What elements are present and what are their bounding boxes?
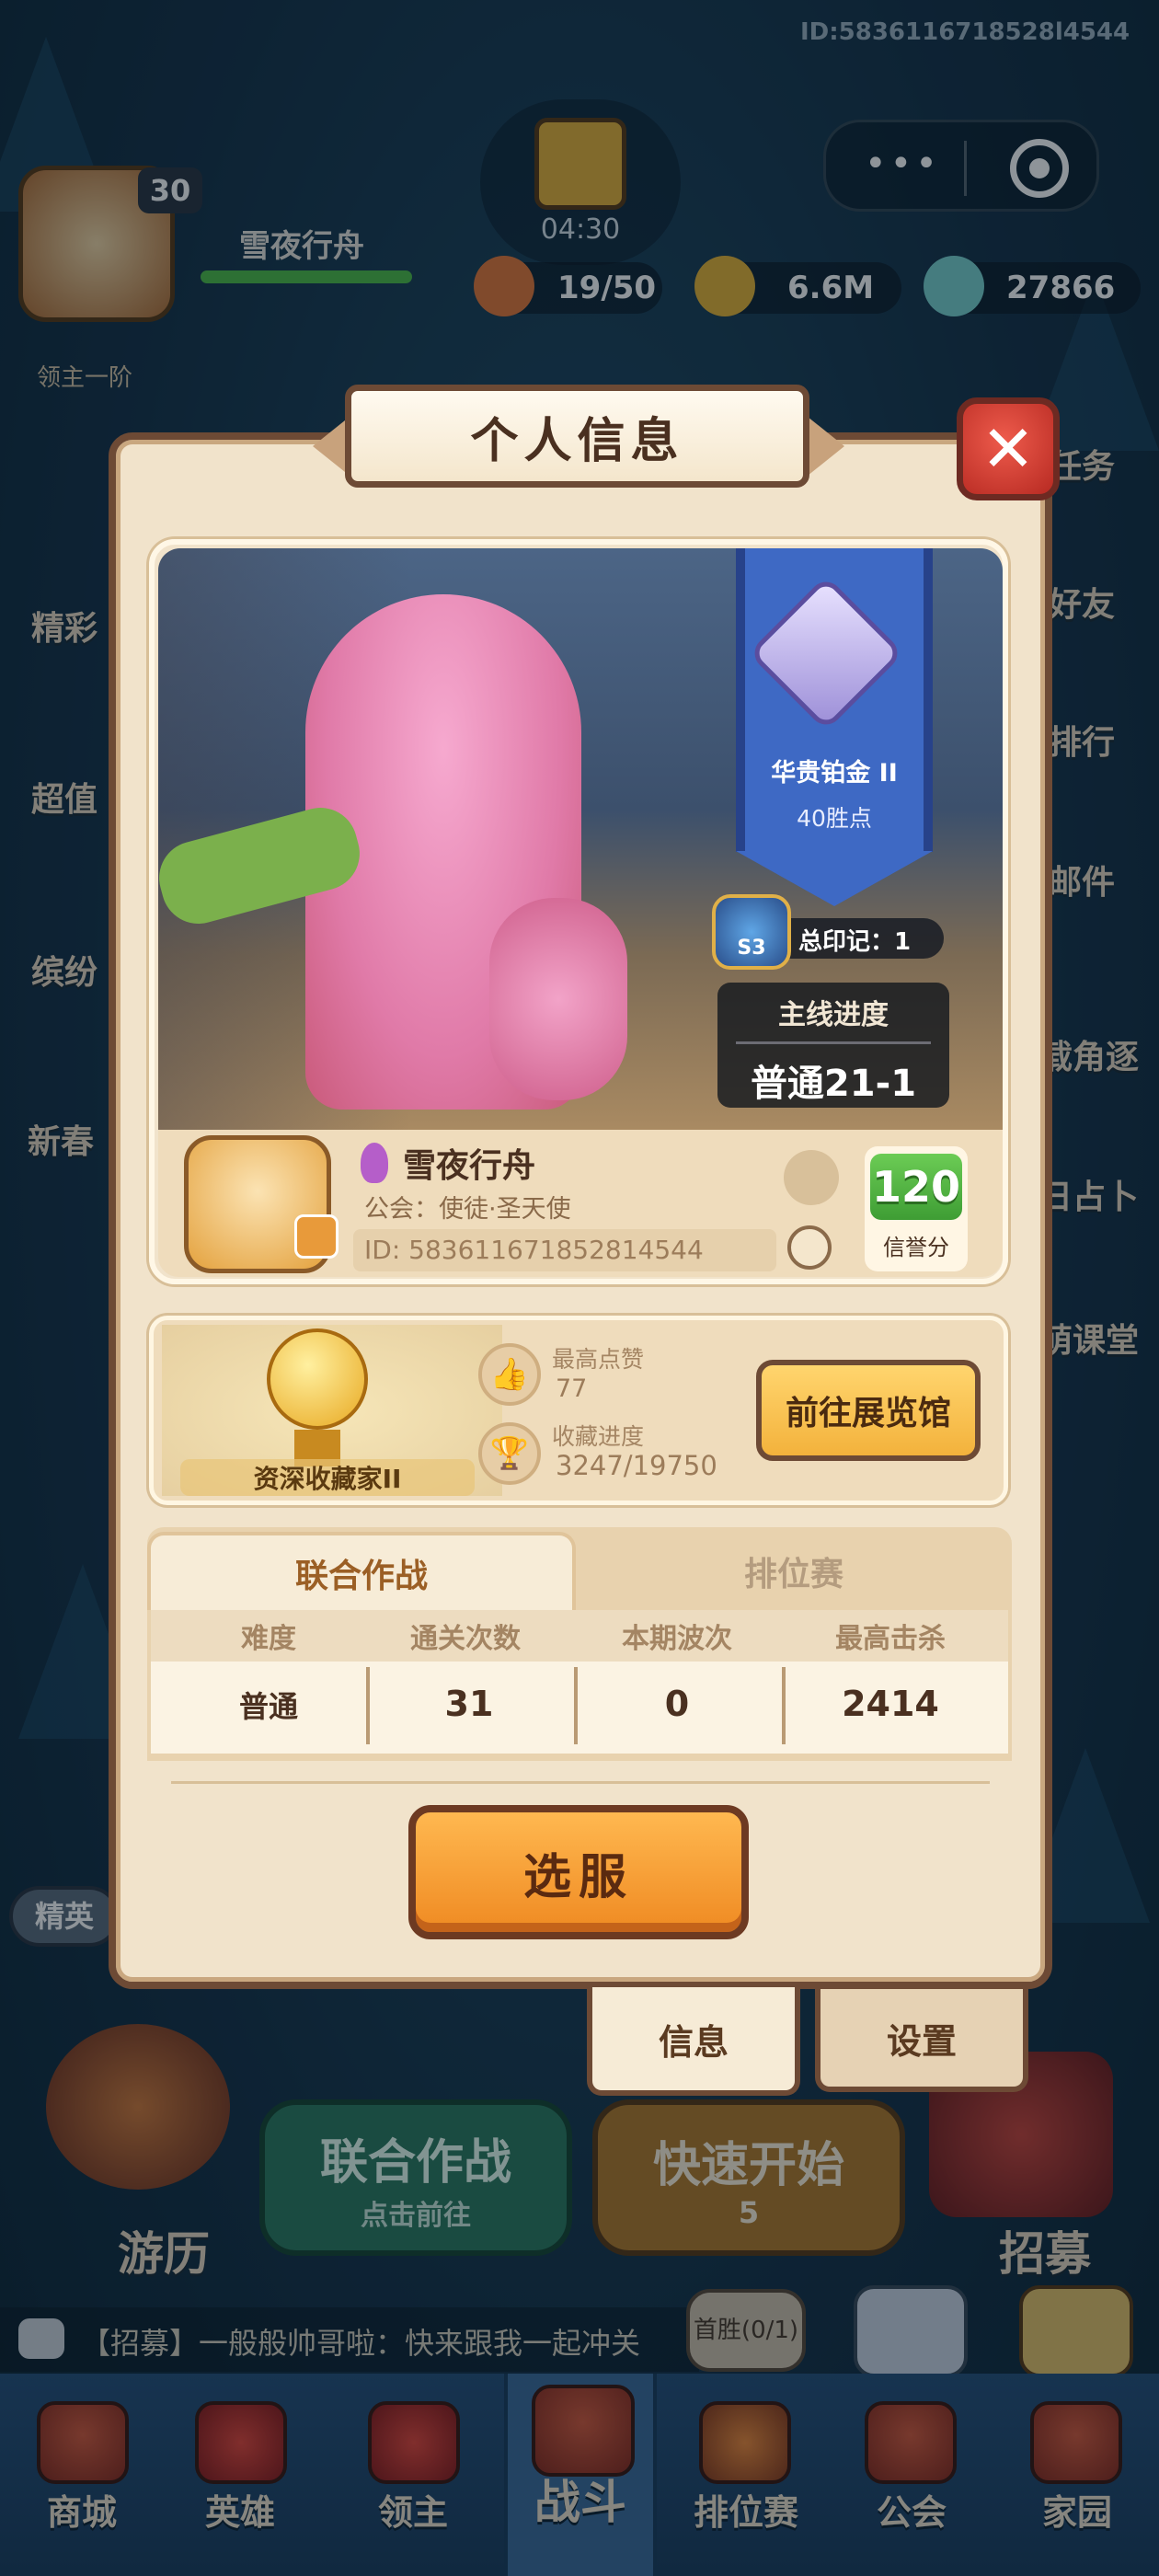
select-server-button[interactable]: 选服 bbox=[408, 1805, 749, 1939]
collector-trophy-icon bbox=[267, 1328, 368, 1466]
gallery-button[interactable]: 前往展览馆 bbox=[756, 1360, 981, 1461]
guild-name: 公会：使徒·圣天使 bbox=[364, 1195, 571, 1224]
collect-value: 3247/19750 bbox=[556, 1450, 717, 1481]
cell-kills: 2414 bbox=[842, 1684, 939, 1724]
cell-clears: 31 bbox=[444, 1684, 494, 1724]
bottom-tab-info[interactable]: 信息 bbox=[587, 1987, 800, 2096]
column-divider bbox=[782, 1667, 786, 1744]
likes-label: 最高点赞 bbox=[552, 1346, 645, 1373]
col-wave: 本期波次 bbox=[622, 1623, 732, 1655]
change-avatar-icon[interactable] bbox=[294, 1214, 339, 1259]
col-difficulty: 难度 bbox=[241, 1623, 296, 1655]
credit-score-box[interactable]: 120 信誉分 bbox=[865, 1146, 968, 1271]
profile-id: ID: 583611671852814544 bbox=[364, 1235, 704, 1265]
trophy-small-icon: 🏆 bbox=[478, 1422, 541, 1485]
section-divider bbox=[171, 1781, 990, 1784]
thumbs-up-icon: 👍 bbox=[478, 1343, 541, 1406]
id-field[interactable]: ID: 583611671852814544 bbox=[353, 1229, 776, 1271]
gender-icon bbox=[361, 1143, 388, 1183]
cell-wave: 0 bbox=[664, 1684, 690, 1724]
tab-ranked[interactable]: 排位赛 bbox=[576, 1532, 1012, 1610]
cell-difficulty: 普通 bbox=[238, 1689, 298, 1724]
collect-label: 收藏进度 bbox=[552, 1423, 645, 1450]
credit-score-label: 信誉分 bbox=[883, 1235, 949, 1260]
tab-coop-battle[interactable]: 联合作战 bbox=[147, 1532, 576, 1610]
close-button[interactable]: ✕ bbox=[957, 397, 1060, 500]
col-kills: 最高击杀 bbox=[835, 1623, 946, 1655]
collector-title: 资深收藏家II bbox=[180, 1459, 475, 1496]
copy-id-icon[interactable] bbox=[787, 1225, 832, 1270]
profile-name: 雪夜行舟 bbox=[403, 1147, 536, 1185]
col-clears: 通关次数 bbox=[410, 1623, 521, 1655]
credit-score-value: 120 bbox=[870, 1154, 962, 1220]
likes-value: 77 bbox=[556, 1374, 588, 1403]
modal-title: 个人信息 bbox=[345, 385, 809, 488]
bottom-tab-settings[interactable]: 设置 bbox=[815, 1989, 1028, 2092]
edit-feather-icon[interactable] bbox=[784, 1150, 839, 1205]
